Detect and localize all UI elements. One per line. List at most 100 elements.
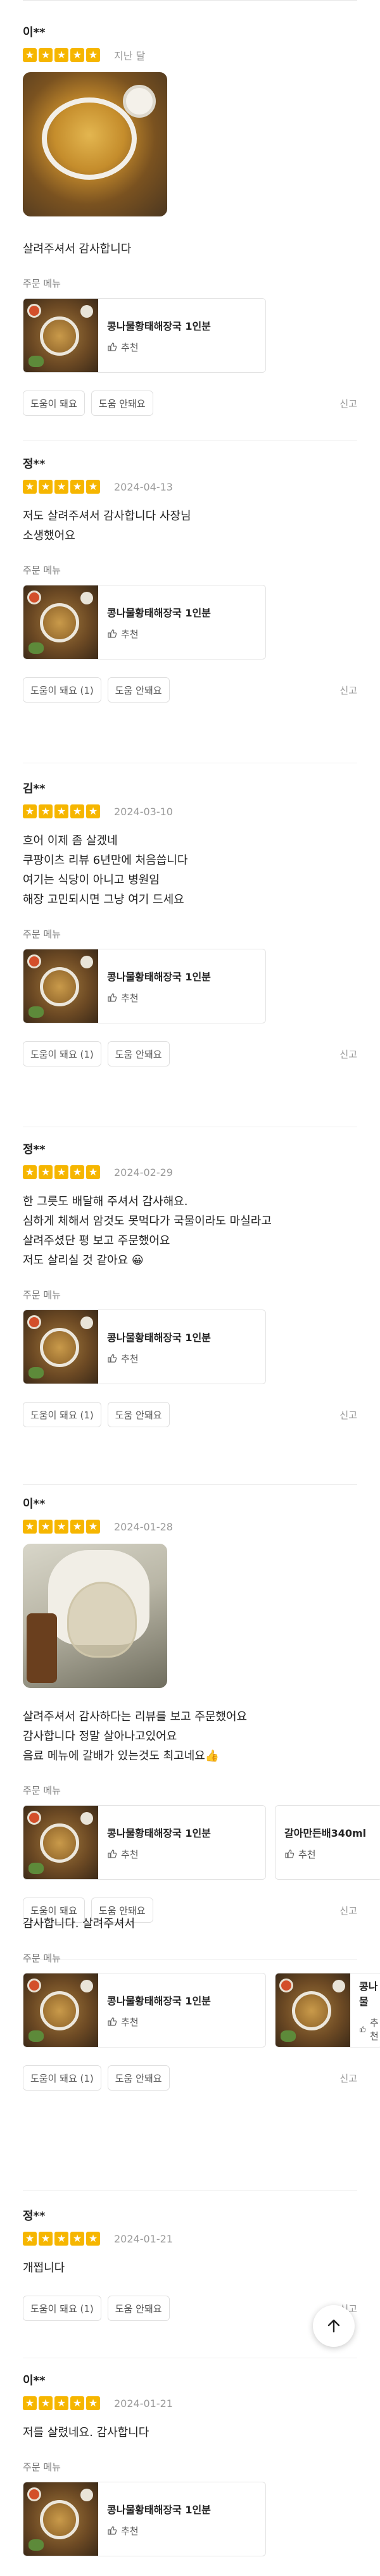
thumbs-up-icon <box>108 2526 117 2535</box>
recommend-label: 추천 <box>298 1848 316 1860</box>
star-icon: ★ <box>86 480 100 494</box>
ordered-menu-label: 주문 메뉴 <box>23 2461 61 2473</box>
menu-recommend: 추천 <box>107 2524 211 2537</box>
not-helpful-button[interactable]: 도움 안돼요 <box>107 2296 170 2321</box>
review-author: 김** <box>23 782 46 796</box>
star-icon: ★ <box>23 48 37 62</box>
report-link[interactable]: 신고 <box>339 684 357 697</box>
review-date: 2024-01-21 <box>114 2397 173 2410</box>
menu-card[interactable]: 콩나물 추천 <box>275 1973 380 2048</box>
helpful-button[interactable]: 도움이 돼요 (1) <box>23 1402 101 1427</box>
not-helpful-button[interactable]: 도움 안돼요 <box>107 1402 170 1427</box>
recommend-label: 추천 <box>121 1848 139 1860</box>
review-text: 흐어 이제 좀 살겠네 쿠팡이츠 리뷰 6년만에 처음씁니다 여기는 식당이 아… <box>23 834 188 906</box>
menu-recommend: 추천 <box>107 627 211 641</box>
thumbs-up-icon <box>108 1849 117 1858</box>
not-helpful-button[interactable]: 도움 안돼요 <box>107 677 170 703</box>
recommend-label: 추천 <box>121 992 139 1004</box>
ordered-menu-list: 콩나물황태해장국 1인분 추천 <box>23 298 357 373</box>
menu-card[interactable]: 콩나물황태해장국 1인분 추천 <box>23 1310 266 1384</box>
review-author: 정** <box>23 1143 46 1156</box>
star-icon: ★ <box>86 804 100 818</box>
review-text: 저도 살려주셔서 감사합니다 사장님 소생했어요 <box>23 510 191 542</box>
star-icon: ★ <box>39 48 53 62</box>
menu-thumbnail <box>23 299 98 372</box>
star-icon: ★ <box>70 48 84 62</box>
helpful-button[interactable]: 도움이 돼요 (1) <box>23 2065 101 2091</box>
arrow-up-icon <box>327 2319 340 2333</box>
review-text: 저를 살렸네요. 감사합니다 <box>23 2426 149 2439</box>
star-rating: ★ ★ ★ ★ ★ <box>23 2232 100 2246</box>
review-author: 정** <box>23 458 46 471</box>
menu-thumbnail <box>23 1973 98 2047</box>
star-icon: ★ <box>70 2232 84 2246</box>
menu-thumbnail <box>23 1310 98 1384</box>
not-helpful-button[interactable]: 도움 안돼요 <box>91 391 153 416</box>
menu-thumbnail <box>276 1973 350 2047</box>
menu-name: 콩나물황태해장국 1인분 <box>107 1331 211 1344</box>
star-icon: ★ <box>70 804 84 818</box>
helpful-button[interactable]: 도움이 돼요 (1) <box>23 2296 101 2321</box>
menu-name: 콩나물황태해장국 1인분 <box>107 2503 211 2516</box>
star-icon: ★ <box>39 1520 53 1534</box>
review-text: 살려주셔서 감사하다는 리뷰를 보고 주문했어요 감사합니다 정말 살아나고있어… <box>23 1710 248 1763</box>
review-text: 감사합니다. 살려주셔서 <box>23 1917 136 1930</box>
review-item: 이** ★ ★ ★ ★ ★ 2024-01-21 저를 살렸네요. 감사합니다 주문 메… <box>23 2367 357 2556</box>
star-icon: ★ <box>23 804 37 818</box>
helpful-button[interactable]: 도움이 돼요 (1) <box>23 1041 101 1066</box>
top-divider <box>23 0 357 1</box>
scroll-to-top-button[interactable] <box>313 2305 355 2347</box>
star-icon: ★ <box>54 480 68 494</box>
star-icon: ★ <box>23 480 37 494</box>
rating-row: ★ ★ ★ ★ ★ 지난 달 <box>23 44 357 66</box>
not-helpful-button[interactable]: 도움 안돼요 <box>107 1041 170 1066</box>
review-photo[interactable] <box>23 72 167 216</box>
helpful-button[interactable]: 도움이 돼요 <box>23 391 85 416</box>
review-item: 이** ★ ★ ★ ★ ★ 지난 달 살려주셔서 감사합니다 주문 메뉴 콩나물… <box>23 19 357 416</box>
menu-card[interactable]: 콩나물황태해장국 1인분 추천 <box>23 2482 266 2556</box>
report-link[interactable]: 신고 <box>339 2072 357 2085</box>
star-rating: ★ ★ ★ ★ ★ <box>23 480 100 494</box>
ordered-menu-label: 주문 메뉴 <box>23 1785 61 1796</box>
menu-thumbnail <box>23 585 98 659</box>
helpful-button[interactable]: 도움이 돼요 (1) <box>23 677 101 703</box>
recommend-label: 추천 <box>121 628 139 640</box>
menu-name: 콩나물황태해장국 1인분 <box>107 1827 211 1839</box>
menu-name: 갈아만든배340ml <box>284 1827 367 1839</box>
star-rating: ★ ★ ★ ★ ★ <box>23 48 100 62</box>
recommend-label: 추천 <box>370 2017 379 2042</box>
menu-card[interactable]: 콩나물황태해장국 1인분 추천 <box>23 949 266 1023</box>
thumbs-up-icon <box>108 2017 117 2026</box>
not-helpful-button[interactable]: 도움 안돼요 <box>107 2065 170 2091</box>
review-item: 정** ★ ★ ★ ★ ★ 2024-01-21 개쩝니다 도움이 돼요 (1) 도움 … <box>23 2203 357 2321</box>
report-link[interactable]: 신고 <box>339 397 357 410</box>
review-photo[interactable] <box>23 1544 167 1688</box>
menu-card[interactable]: 콩나물황태해장국 1인분 추천 <box>23 298 266 373</box>
review-date: 2024-03-10 <box>114 805 173 818</box>
menu-card[interactable]: 콩나물황태해장국 1인분 추천 <box>23 585 266 660</box>
star-icon: ★ <box>39 804 53 818</box>
ordered-menu-label: 주문 메뉴 <box>23 928 61 940</box>
thumbs-up-icon <box>108 342 117 351</box>
menu-recommend: 추천 <box>107 1352 211 1365</box>
review-divider <box>23 2190 357 2191</box>
menu-card[interactable]: 갈아만든배340ml 추천 <box>275 1805 380 1880</box>
star-icon: ★ <box>86 2396 100 2410</box>
report-link[interactable]: 신고 <box>339 1408 357 1422</box>
star-icon: ★ <box>23 2232 37 2246</box>
star-icon: ★ <box>23 1520 37 1534</box>
menu-card[interactable]: 콩나물황태해장국 1인분 추천 <box>23 1805 266 1880</box>
star-icon: ★ <box>23 2396 37 2410</box>
menu-recommend: 추천 <box>107 341 211 354</box>
star-icon: ★ <box>70 1165 84 1179</box>
star-icon: ★ <box>54 48 68 62</box>
menu-card[interactable]: 콩나물황태해장국 1인분 추천 <box>23 1973 266 2048</box>
menu-thumbnail <box>23 1806 98 1879</box>
review-divider <box>23 440 357 441</box>
recommend-label: 추천 <box>121 2525 139 2537</box>
star-rating: ★ ★ ★ ★ ★ <box>23 804 100 818</box>
report-link[interactable]: 신고 <box>339 1047 357 1061</box>
thumbs-up-icon <box>359 2026 366 2032</box>
star-icon: ★ <box>54 804 68 818</box>
review-date: 2024-02-29 <box>114 1166 173 1179</box>
